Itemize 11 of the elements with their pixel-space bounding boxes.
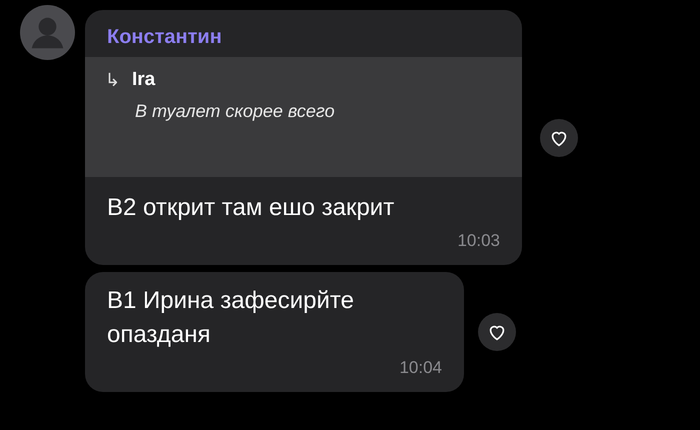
reply-quote[interactable]: ↳ Ira В туалет скорее всего xyxy=(85,57,522,177)
message-time: 10:04 xyxy=(398,357,443,378)
reply-arrow-icon: ↳ xyxy=(105,69,120,91)
message-text: В2 открит там ешо закрит xyxy=(106,193,396,223)
reaction-button[interactable] xyxy=(478,313,516,351)
sender-name: Константин xyxy=(106,25,223,50)
message-text: В1 Ирина зафесирйте опазданя xyxy=(106,286,355,350)
reply-author: Ira xyxy=(132,69,156,91)
reaction-button[interactable] xyxy=(540,118,578,156)
reply-text: В туалет скорее всего xyxy=(135,101,336,122)
message-time: 10:03 xyxy=(456,230,501,251)
